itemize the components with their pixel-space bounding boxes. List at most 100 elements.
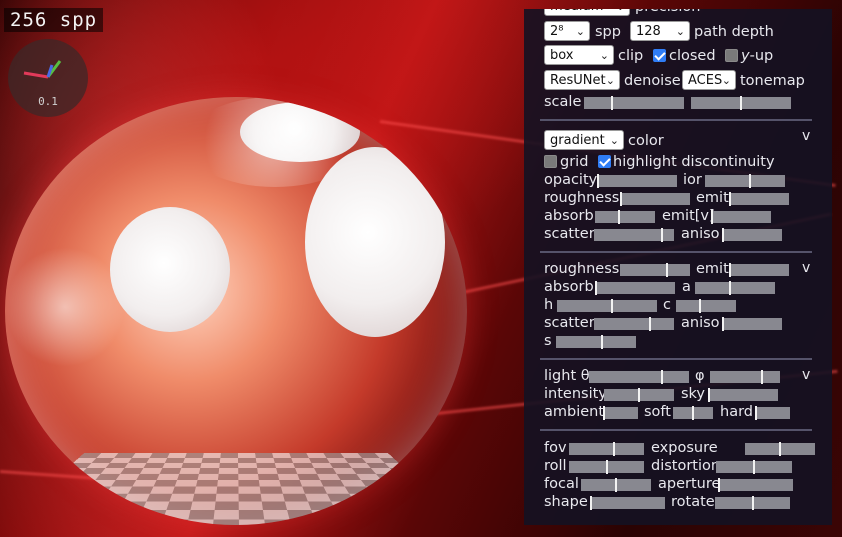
highlight-discontinuity-checkbox[interactable]	[598, 155, 611, 168]
path-depth-select[interactable]: 128 ⌄	[630, 21, 690, 41]
spp-select[interactable]: 2⁸ ⌄	[544, 21, 590, 41]
slider-thumb[interactable]	[748, 174, 751, 188]
precision-select[interactable]: medium ⌄	[544, 9, 630, 16]
medium-absorb-label: absorb	[544, 279, 594, 295]
light-theta-slider[interactable]	[589, 370, 689, 384]
slider-thumb[interactable]	[729, 281, 732, 295]
color-row: gradient ⌄ color	[544, 130, 832, 150]
opacity-slider[interactable]	[597, 174, 677, 188]
ior-slider[interactable]	[705, 174, 785, 188]
slider-thumb[interactable]	[665, 263, 668, 277]
slider-thumb[interactable]	[779, 442, 781, 456]
intensity-row: intensity sky	[544, 385, 832, 403]
medium-absorb-slider[interactable]	[595, 281, 675, 295]
slider-thumb[interactable]	[751, 496, 754, 510]
color-select[interactable]: gradient ⌄	[544, 130, 624, 150]
rotate-slider[interactable]	[715, 496, 790, 510]
medium-roughness-slider[interactable]	[620, 263, 690, 277]
tonemap-select-value: ACES	[688, 73, 723, 88]
denoise-select[interactable]: ResUNet ⌄	[544, 70, 620, 90]
medium-scatter-slider[interactable]	[594, 317, 674, 331]
slider-thumb[interactable]	[753, 460, 755, 474]
slider-thumb[interactable]	[611, 299, 613, 313]
roll-slider[interactable]	[569, 460, 644, 474]
samples-counter: 256 spp	[4, 8, 104, 32]
emit-slider[interactable]	[729, 192, 789, 206]
slider-thumb[interactable]	[760, 370, 763, 384]
slider-thumb[interactable]	[638, 388, 640, 402]
medium-s-label: s	[544, 333, 552, 349]
slider-thumb[interactable]	[603, 406, 605, 420]
slider-thumb[interactable]	[618, 210, 620, 224]
light-phi-slider[interactable]	[710, 370, 780, 384]
emit-v-slider[interactable]	[711, 210, 771, 224]
roughness-slider[interactable]	[620, 192, 690, 206]
medium-h-slider[interactable]	[557, 299, 657, 313]
slider-thumb[interactable]	[601, 335, 604, 349]
aniso-label: aniso	[681, 226, 720, 242]
medium-emit-slider[interactable]	[729, 263, 789, 277]
slider-thumb[interactable]	[597, 174, 599, 188]
clip-select[interactable]: box ⌄	[544, 45, 614, 65]
rotate-label: rotate	[671, 494, 715, 510]
slider-thumb[interactable]	[755, 406, 757, 420]
y-up-checkbox[interactable]	[725, 49, 738, 62]
slider-thumb[interactable]	[620, 192, 622, 206]
scale-slider-1[interactable]	[584, 96, 684, 110]
slider-thumb[interactable]	[740, 96, 742, 110]
slider-thumb[interactable]	[718, 478, 720, 492]
slider-thumb[interactable]	[613, 442, 615, 456]
chevron-down-icon: ⌄	[609, 134, 619, 147]
material-section-toggle[interactable]: v	[802, 128, 810, 144]
intensity-slider[interactable]	[604, 388, 674, 402]
slider-thumb[interactable]	[711, 210, 713, 224]
slider-thumb[interactable]	[661, 370, 663, 384]
medium-emit-label: emit	[696, 261, 729, 277]
exposure-slider[interactable]	[745, 442, 815, 456]
slider-thumb[interactable]	[590, 496, 592, 510]
medium-h-row: h c	[544, 296, 832, 314]
slider-thumb[interactable]	[722, 228, 724, 242]
slider-thumb[interactable]	[605, 460, 608, 474]
grid-checkbox[interactable]	[544, 155, 557, 168]
soft-label: soft	[644, 404, 671, 420]
medium-scatter-label: scatter	[544, 315, 595, 331]
aniso-slider[interactable]	[722, 228, 782, 242]
axis-gizmo[interactable]: 0.1	[8, 39, 88, 117]
fov-slider[interactable]	[569, 442, 644, 456]
focal-slider[interactable]	[581, 478, 651, 492]
slider-thumb[interactable]	[615, 478, 617, 492]
slider-thumb[interactable]	[661, 228, 663, 242]
slider-thumb[interactable]	[722, 317, 724, 331]
sky-slider[interactable]	[708, 388, 778, 402]
slider-thumb[interactable]	[611, 96, 613, 110]
scale-slider-2[interactable]	[691, 96, 791, 110]
chevron-down-icon: ⌄	[675, 25, 685, 38]
closed-checkbox[interactable]	[653, 49, 666, 62]
absorb-slider[interactable]	[595, 210, 655, 224]
slider-thumb[interactable]	[708, 388, 710, 402]
medium-aniso-slider[interactable]	[722, 317, 782, 331]
shape-slider[interactable]	[590, 496, 665, 510]
medium-scatter-row: scatter aniso	[544, 314, 832, 332]
medium-a-slider[interactable]	[695, 281, 775, 295]
hard-slider[interactable]	[755, 406, 790, 420]
slider-thumb[interactable]	[692, 406, 694, 420]
scatter-slider[interactable]	[594, 228, 674, 242]
slider-thumb[interactable]	[699, 299, 701, 313]
medium-s-slider[interactable]	[556, 335, 636, 349]
slider-thumb[interactable]	[729, 263, 731, 277]
roughness-row: roughness emit	[544, 189, 832, 207]
slider-thumb[interactable]	[729, 192, 731, 206]
medium-c-slider[interactable]	[676, 299, 736, 313]
fov-row: fov exposure	[544, 439, 832, 457]
distortion-slider[interactable]	[716, 460, 792, 474]
ambient-slider[interactable]	[603, 406, 638, 420]
aperture-slider[interactable]	[718, 478, 793, 492]
tonemap-select[interactable]: ACES ⌄	[682, 70, 736, 90]
grid-label: grid	[560, 154, 589, 170]
slider-thumb[interactable]	[595, 281, 597, 295]
precision-label: precision	[635, 9, 700, 16]
soft-slider[interactable]	[673, 406, 713, 420]
slider-thumb[interactable]	[649, 317, 651, 331]
